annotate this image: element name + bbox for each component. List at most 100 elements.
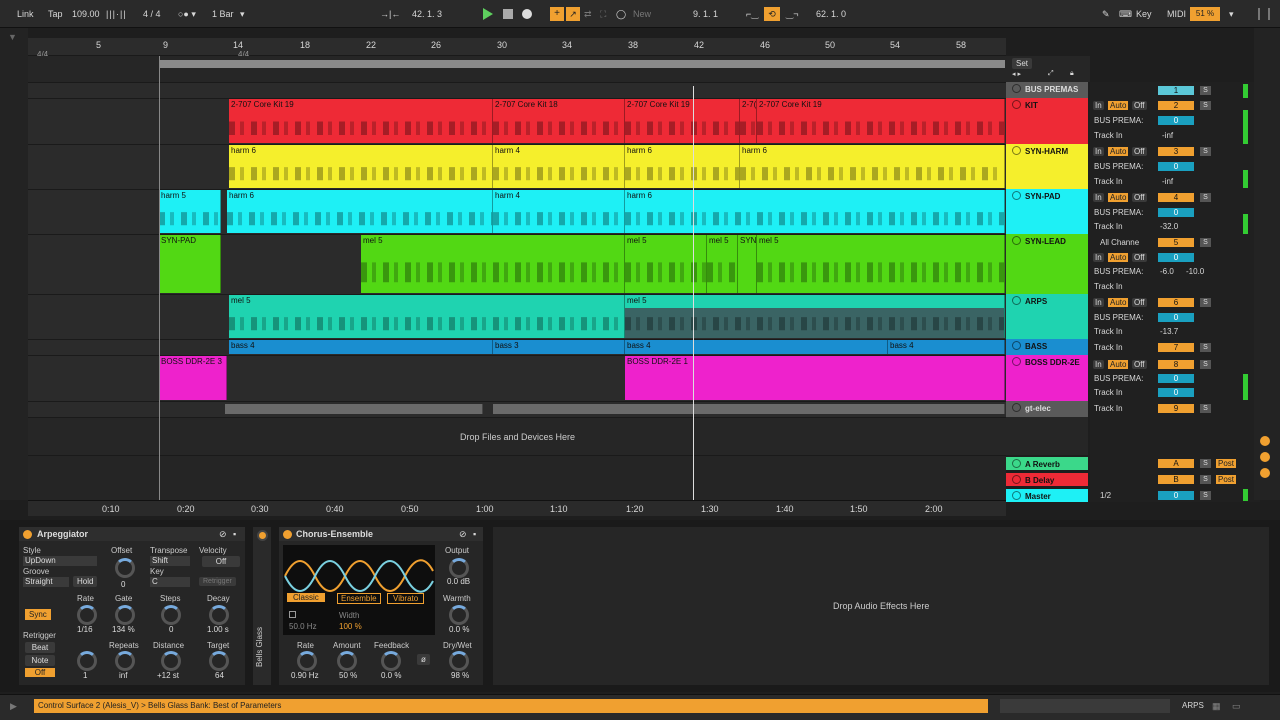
- fold-icon[interactable]: [1012, 100, 1021, 109]
- solo-button[interactable]: S: [1200, 147, 1211, 156]
- monitor-off-button[interactable]: Off: [1132, 193, 1147, 202]
- amount-knob[interactable]: [337, 651, 357, 671]
- input-routing[interactable]: Track In: [1094, 327, 1123, 336]
- clip-view-icon[interactable]: ▦: [1212, 701, 1221, 712]
- drop-zone[interactable]: Drop Files and Devices Here: [28, 417, 1006, 455]
- retrigger-knob[interactable]: [77, 651, 97, 671]
- master-header[interactable]: Master: [1006, 489, 1088, 502]
- hot-swap-icon[interactable]: ⊘: [459, 529, 467, 540]
- clip[interactable]: [225, 404, 483, 414]
- input-routing[interactable]: Track In: [1094, 388, 1123, 397]
- invert-phase-button[interactable]: ø: [417, 654, 430, 665]
- clip[interactable]: mel 5: [361, 235, 625, 293]
- fold-icon[interactable]: [1012, 357, 1021, 366]
- key-map-button[interactable]: Key: [1136, 9, 1152, 19]
- track-header-boss[interactable]: BOSS DDR-2E: [1006, 355, 1088, 401]
- monitor-off-button[interactable]: Off: [1132, 147, 1147, 156]
- input-routing[interactable]: Track In: [1094, 222, 1123, 231]
- hold-button[interactable]: Hold: [73, 576, 98, 587]
- clip[interactable]: 2-7(: [740, 99, 757, 143]
- device-view-icon[interactable]: ▭: [1232, 701, 1241, 712]
- fold-icon[interactable]: [1012, 191, 1021, 200]
- track-header-harm[interactable]: SYN-HARM: [1006, 144, 1088, 189]
- distance-knob[interactable]: [161, 651, 181, 671]
- output-knob[interactable]: [449, 558, 469, 578]
- returns-toggle-icon[interactable]: [1260, 468, 1270, 478]
- track-header-bass[interactable]: BASS: [1006, 339, 1088, 355]
- input-routing[interactable]: Track In: [1094, 343, 1123, 352]
- solo-button[interactable]: S: [1200, 404, 1211, 413]
- monitor-auto-button[interactable]: Auto: [1108, 298, 1129, 307]
- clip[interactable]: mel 5: [625, 295, 1005, 338]
- solo-button[interactable]: S: [1200, 298, 1211, 307]
- retrigger-off-button[interactable]: Off: [25, 668, 55, 677]
- capture-icon[interactable]: ⛶: [600, 9, 606, 20]
- input-routing[interactable]: Track In: [1094, 282, 1123, 291]
- loop-switch-icon[interactable]: ⟲: [764, 7, 780, 21]
- return-header-b[interactable]: B Delay: [1006, 473, 1088, 486]
- clip[interactable]: harm 5: [159, 190, 221, 233]
- follow-icon[interactable]: →|←: [380, 9, 400, 19]
- retrigger-button[interactable]: Retrigger: [199, 577, 236, 586]
- track-number[interactable]: 8: [1158, 360, 1194, 369]
- clip[interactable]: harm 6: [625, 145, 740, 188]
- warmth-knob[interactable]: [449, 605, 469, 625]
- play-icon[interactable]: [483, 8, 493, 20]
- solo-button[interactable]: S: [1200, 491, 1211, 500]
- return-header-a[interactable]: A Reverb: [1006, 457, 1088, 470]
- fold-icon[interactable]: [1012, 84, 1021, 93]
- fold-icon[interactable]: [1012, 296, 1021, 305]
- mode-vibrato-button[interactable]: Vibrato: [387, 593, 425, 604]
- solo-button[interactable]: S: [1200, 86, 1211, 95]
- monitor-auto-button[interactable]: Auto: [1108, 101, 1129, 110]
- quantization-select[interactable]: 1 Bar: [212, 9, 234, 19]
- clip[interactable]: [493, 404, 1005, 414]
- volume-field[interactable]: 0: [1158, 388, 1194, 397]
- clip[interactable]: BOSS DDR-2E 1: [625, 356, 1005, 400]
- overview-strip[interactable]: [1000, 699, 1170, 713]
- style-select[interactable]: UpDown: [23, 556, 97, 566]
- clip[interactable]: 2-707 Core Kit 19: [229, 99, 493, 143]
- loop-bar[interactable]: [28, 56, 1006, 82]
- send-a[interactable]: -inf: [1162, 177, 1173, 186]
- solo-button[interactable]: S: [1200, 193, 1211, 202]
- sync-button[interactable]: Sync: [25, 609, 51, 620]
- monitor-auto-button[interactable]: Auto: [1108, 147, 1129, 156]
- track-header-gt[interactable]: gt-elec: [1006, 401, 1088, 417]
- reenable-automation-icon[interactable]: ⇄: [584, 9, 592, 20]
- target-knob[interactable]: [209, 651, 229, 671]
- track-header-lead[interactable]: SYN-LEAD: [1006, 234, 1088, 294]
- output-routing[interactable]: BUS PREMA:: [1094, 116, 1143, 125]
- monitor-auto-button[interactable]: Auto: [1108, 360, 1129, 369]
- fold-icon[interactable]: [1012, 475, 1021, 484]
- track-header-kit[interactable]: KIT: [1006, 98, 1088, 144]
- save-preset-icon[interactable]: ▪: [473, 529, 476, 539]
- fold-icon[interactable]: [1012, 146, 1021, 155]
- track-number[interactable]: 7: [1158, 343, 1194, 352]
- solo-button[interactable]: S: [1200, 238, 1211, 247]
- clip[interactable]: 2-707 Core Kit 19: [625, 99, 740, 143]
- retrigger-note-button[interactable]: Note: [25, 655, 55, 666]
- highpass-freq[interactable]: 50.0 Hz: [289, 622, 317, 631]
- track-lane-bus[interactable]: [28, 82, 1006, 98]
- output-routing[interactable]: BUS PREMA:: [1094, 267, 1143, 276]
- rate-knob[interactable]: [77, 605, 97, 625]
- tap-button[interactable]: Tap: [48, 9, 63, 19]
- stop-icon[interactable]: [503, 9, 513, 19]
- monitor-in-button[interactable]: In: [1093, 298, 1104, 307]
- solo-button[interactable]: S: [1200, 343, 1211, 352]
- clip[interactable]: bass 4: [229, 340, 493, 354]
- gate-knob[interactable]: [115, 605, 135, 625]
- clip[interactable]: 2-707 Core Kit 19: [757, 99, 1005, 143]
- clip[interactable]: bass 4: [625, 340, 888, 354]
- track-number[interactable]: 5: [1158, 238, 1194, 247]
- arrangement-toggle-icon[interactable]: ▼: [8, 32, 17, 42]
- input-routing[interactable]: Track In: [1094, 177, 1123, 186]
- retrigger-beat-button[interactable]: Beat: [25, 642, 55, 653]
- solo-button[interactable]: S: [1200, 360, 1211, 369]
- monitor-off-button[interactable]: Off: [1132, 360, 1147, 369]
- track-number[interactable]: 3: [1158, 147, 1194, 156]
- set-button[interactable]: Set: [1012, 58, 1033, 69]
- volume-field[interactable]: 0: [1158, 374, 1194, 383]
- metronome-toggle-icon[interactable]: ○● ▾: [178, 9, 196, 20]
